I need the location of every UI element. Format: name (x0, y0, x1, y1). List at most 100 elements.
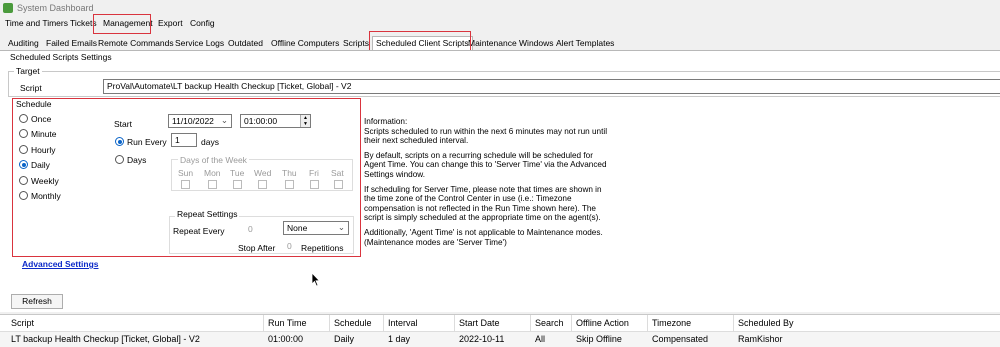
tab-scripts[interactable]: Scripts (343, 38, 369, 48)
tab-highlight-box (369, 31, 471, 52)
repeat-settings-title: Repeat Settings (175, 209, 240, 219)
info-paragraph-1: Scripts scheduled to run within the next… (364, 126, 608, 146)
cell-scheduled-by: RamKishor (738, 334, 783, 344)
refresh-button[interactable]: Refresh (11, 294, 63, 309)
mouse-cursor-icon (311, 272, 321, 287)
tab-remote-commands[interactable]: Remote Commands (98, 38, 174, 48)
day-tue-checkbox[interactable] (233, 180, 242, 189)
repeat-unit-value: None (287, 223, 308, 233)
day-thu-label: Thu (282, 168, 297, 178)
day-mon-label: Mon (204, 168, 221, 178)
tab-alert-templates[interactable]: Alert Templates (556, 38, 614, 48)
col-run-time[interactable]: Run Time (268, 318, 307, 328)
col-scheduled-by[interactable]: Scheduled By (738, 318, 794, 328)
radio-once[interactable] (19, 114, 28, 123)
cell-offline-action: Skip Offline (576, 334, 622, 344)
app-icon (3, 3, 13, 13)
day-sat-label: Sat (331, 168, 344, 178)
cell-interval: 1 day (388, 334, 411, 344)
cell-run-time: 01:00:00 (268, 334, 304, 344)
col-start-date[interactable]: Start Date (459, 318, 500, 328)
tab-offline-computers[interactable]: Offline Computers (271, 38, 339, 48)
settings-panel: Scheduled Scripts Settings Target Script… (0, 50, 1000, 312)
info-paragraph-2: By default, scripts on a recurring sched… (364, 150, 607, 179)
window-title: System Dashboard (17, 3, 94, 13)
radio-once-label: Once (31, 114, 52, 124)
table-row[interactable]: LT backup Health Checkup [Ticket, Global… (0, 332, 1000, 347)
advanced-settings-link[interactable]: Advanced Settings (22, 259, 99, 269)
tab-outdated[interactable]: Outdated (228, 38, 263, 48)
repeat-unit-select[interactable]: None ⌄ (283, 221, 349, 235)
script-label: Script (20, 83, 42, 93)
stop-after-label: Stop After (238, 243, 276, 253)
col-offline-action[interactable]: Offline Action (576, 318, 629, 328)
day-sun-checkbox[interactable] (181, 180, 190, 189)
tab-auditing[interactable]: Auditing (8, 38, 39, 48)
radio-daily-label: Daily (31, 160, 50, 170)
col-search[interactable]: Search (535, 318, 564, 328)
radio-run-every[interactable] (115, 137, 124, 146)
radio-minute[interactable] (19, 129, 28, 138)
radio-hourly-label: Hourly (31, 145, 56, 155)
col-schedule[interactable]: Schedule (334, 318, 372, 328)
menu-time-and-timers[interactable]: Time and Timers (5, 18, 68, 28)
run-every-label: Run Every (127, 137, 167, 147)
radio-daily[interactable] (19, 160, 28, 169)
repeat-every-label: Repeat Every (173, 226, 225, 236)
day-sat-checkbox[interactable] (334, 180, 343, 189)
radio-weekly-label: Weekly (31, 176, 59, 186)
tab-maintenance-windows[interactable]: Maintenance Windows (468, 38, 554, 48)
tab-service-logs[interactable]: Service Logs (175, 38, 224, 48)
info-block: Information: Scripts scheduled to run wi… (364, 117, 664, 247)
cell-script: LT backup Health Checkup [Ticket, Global… (11, 334, 200, 344)
menu-export[interactable]: Export (158, 18, 183, 28)
start-date-picker[interactable]: 11/10/2022 ⌄ (168, 114, 232, 128)
info-title: Information: (364, 117, 408, 126)
scheduled-scripts-table: Script Run Time Schedule Interval Start … (0, 314, 1000, 347)
day-tue-label: Tue (230, 168, 245, 178)
col-timezone[interactable]: Timezone (652, 318, 691, 328)
day-sun-label: Sun (178, 168, 194, 178)
day-thu-checkbox[interactable] (285, 180, 294, 189)
cell-timezone: Compensated (652, 334, 709, 344)
day-wed-checkbox[interactable] (258, 180, 267, 189)
radio-monthly-label: Monthly (31, 191, 61, 201)
col-script[interactable]: Script (11, 318, 34, 328)
cell-schedule: Daily (334, 334, 355, 344)
table-header: Script Run Time Schedule Interval Start … (0, 315, 1000, 332)
info-paragraph-4: Additionally, 'Agent Time' is not applic… (364, 227, 603, 247)
day-fri-checkbox[interactable] (310, 180, 319, 189)
spinner-icon[interactable]: ▲ ▼ (300, 115, 310, 127)
cell-start-date: 2022-10-11 (459, 334, 505, 344)
tab-failed-emails[interactable]: Failed Emails (46, 38, 97, 48)
radio-hourly[interactable] (19, 145, 28, 154)
run-every-input[interactable]: 1 (171, 133, 197, 147)
script-field[interactable]: ProVal\Automate\LT backup Health Checkup… (103, 79, 1000, 94)
menu-config[interactable]: Config (190, 18, 215, 28)
cell-search: All (535, 334, 546, 344)
radio-monthly[interactable] (19, 191, 28, 200)
day-wed-label: Wed (254, 168, 272, 178)
repeat-every-value[interactable]: 0 (248, 224, 253, 234)
start-date-value: 11/10/2022 (172, 116, 214, 126)
start-time-field[interactable]: 01:00:00 ▲ ▼ (240, 114, 311, 128)
radio-days[interactable] (115, 155, 124, 164)
repetitions-label: Repetitions (301, 243, 344, 253)
schedule-title: Schedule (16, 99, 52, 109)
col-interval[interactable]: Interval (388, 318, 418, 328)
day-mon-checkbox[interactable] (208, 180, 217, 189)
tab-strip: Auditing Failed Emails Remote Commands S… (0, 36, 1000, 50)
chevron-down-icon: ⌄ (220, 115, 228, 125)
run-every-value: 1 (175, 135, 180, 145)
radio-weekly[interactable] (19, 176, 28, 185)
stop-after-value[interactable]: 0 (287, 241, 292, 251)
day-fri-label: Fri (309, 168, 319, 178)
days-of-week-title: Days of the Week (178, 155, 249, 165)
days-label: Days (127, 155, 147, 165)
run-every-unit: days (201, 137, 219, 147)
info-paragraph-3: If scheduling for Server Time, please no… (364, 184, 602, 223)
settings-title: Scheduled Scripts Settings (10, 52, 112, 62)
start-time-value: 01:00:00 (244, 116, 278, 126)
start-label: Start (114, 119, 132, 129)
menu-highlight-box (93, 14, 151, 34)
